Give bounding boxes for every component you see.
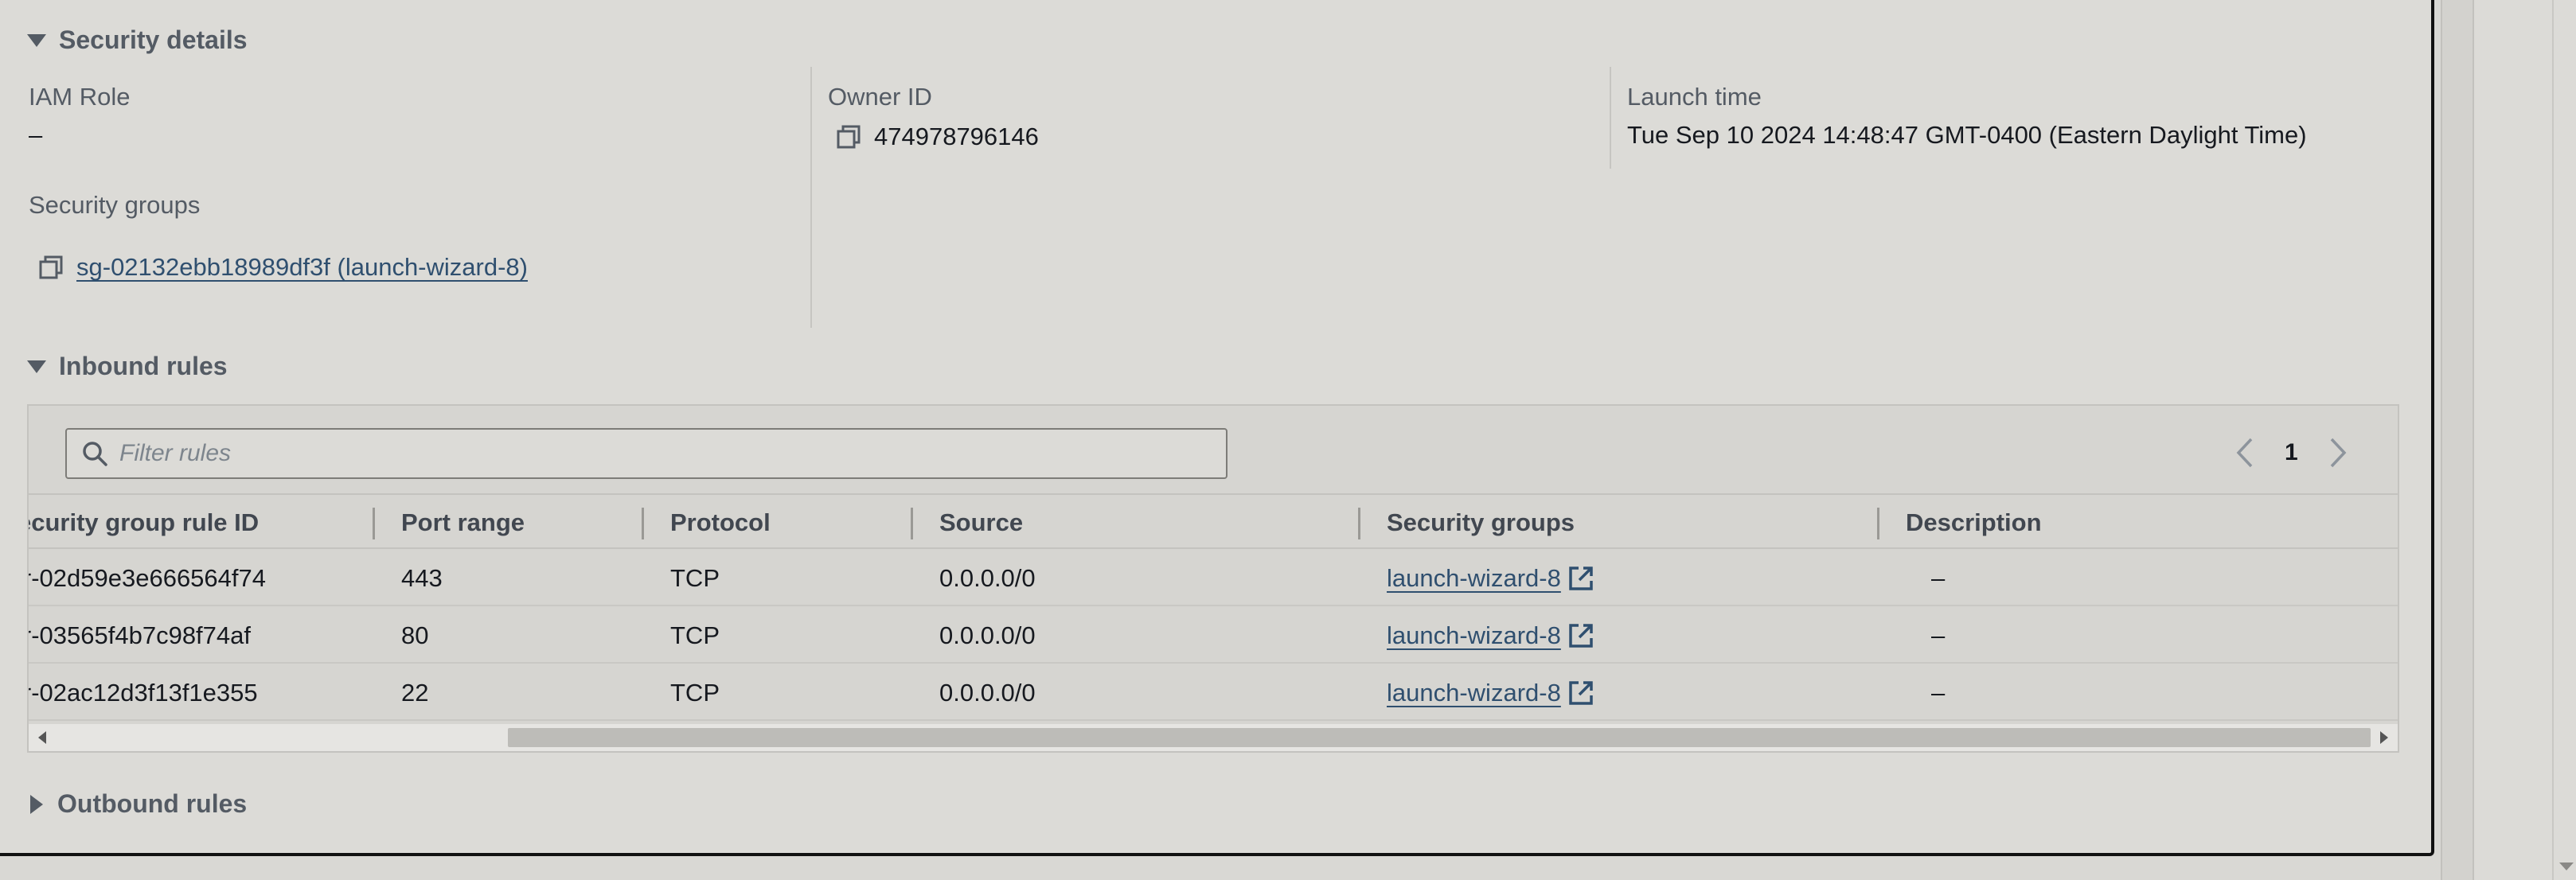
table-toolbar: 1 (29, 406, 2398, 495)
vertical-scrollbar[interactable] (2552, 0, 2576, 880)
column-divider (1610, 67, 1611, 169)
table-row: jr-02ac12d3f13f1e355 22 TCP 0.0.0.0/0 la… (29, 665, 2398, 721)
current-page[interactable]: 1 (2285, 439, 2298, 466)
chevron-right-icon[interactable] (2324, 433, 2352, 473)
security-details-title: Security details (59, 25, 248, 54)
col-header-rule-id[interactable]: ecurity group rule ID (29, 496, 259, 547)
column-divider (810, 67, 812, 328)
port-range-cell: 80 (401, 621, 429, 649)
security-group-item: sg-02132ebb18989df3f (launch-wizard-8) (38, 253, 528, 282)
security-group-link[interactable]: launch-wizard-8 (1387, 608, 1561, 662)
scroll-right-arrow-icon[interactable] (2380, 731, 2388, 744)
security-group-link[interactable]: sg-02132ebb18989df3f (launch-wizard-8) (76, 253, 528, 282)
caret-right-icon (30, 794, 43, 814)
description-cell: – (1931, 679, 1946, 707)
inbound-rules-title: Inbound rules (59, 352, 228, 380)
filter-rules-input[interactable] (119, 440, 1218, 467)
launch-time-label: Launch time (1627, 83, 1762, 111)
source-cell: 0.0.0.0/0 (939, 564, 1036, 592)
scroll-down-arrow-icon[interactable] (2559, 862, 2574, 870)
description-cell: – (1931, 621, 1946, 649)
outbound-rules-toggle[interactable]: Outbound rules (27, 789, 247, 819)
column-resizer[interactable] (1877, 508, 1879, 539)
port-range-cell: 443 (401, 564, 443, 592)
port-range-cell: 22 (401, 679, 429, 707)
search-icon (83, 442, 107, 466)
protocol-cell: TCP (670, 564, 720, 592)
scroll-left-arrow-icon[interactable] (38, 731, 46, 744)
filter-rules-field[interactable] (65, 428, 1228, 479)
chevron-left-icon[interactable] (2231, 433, 2259, 473)
security-group-link[interactable]: launch-wizard-8 (1387, 551, 1561, 605)
external-link-icon[interactable] (1567, 622, 1594, 649)
column-resizer[interactable] (642, 508, 644, 539)
security-details-toggle[interactable]: Security details (27, 25, 248, 55)
col-header-description[interactable]: Description (1906, 496, 2042, 547)
column-resizer[interactable] (911, 508, 913, 539)
table-header: ecurity group rule ID Port range Protoco… (29, 496, 2398, 549)
side-panel (2474, 0, 2552, 880)
protocol-cell: TCP (670, 621, 720, 649)
rule-id-cell: jr-03565f4b7c98f74af (29, 621, 252, 649)
description-cell: – (1931, 564, 1946, 592)
horizontal-scrollbar[interactable] (29, 724, 2398, 751)
split-panel-gutter[interactable] (2441, 0, 2474, 880)
security-group-cell: launch-wizard-8 (1387, 551, 1594, 605)
pagination: 1 (2231, 433, 2352, 473)
column-resizer[interactable] (373, 508, 375, 539)
copy-icon[interactable] (38, 255, 64, 280)
col-header-port-range[interactable]: Port range (401, 496, 525, 547)
col-header-protocol[interactable]: Protocol (670, 496, 771, 547)
rule-id-cell: jr-02ac12d3f13f1e355 (29, 679, 258, 707)
column-resizer[interactable] (1358, 508, 1360, 539)
security-groups-label: Security groups (29, 191, 201, 219)
col-header-security-groups[interactable]: Security groups (1387, 496, 1575, 547)
col-header-source[interactable]: Source (939, 496, 1023, 547)
security-group-cell: launch-wizard-8 (1387, 665, 1594, 719)
instance-details-panel: Security details IAM Role – Security gro… (0, 0, 2434, 856)
owner-id-label: Owner ID (828, 83, 932, 111)
inbound-rules-toggle[interactable]: Inbound rules (27, 352, 228, 381)
caret-down-icon (27, 360, 46, 373)
caret-down-icon (27, 33, 46, 47)
outbound-rules-title: Outbound rules (57, 789, 248, 818)
owner-id-value-row: 474978796146 (836, 123, 1039, 151)
iam-role-value: – (29, 121, 43, 149)
copy-icon[interactable] (836, 124, 861, 150)
rule-id-cell: jr-02d59e3e666564f74 (29, 564, 266, 592)
source-cell: 0.0.0.0/0 (939, 679, 1036, 707)
launch-time-value: Tue Sep 10 2024 14:48:47 GMT-0400 (Easte… (1627, 121, 2307, 149)
inbound-rules-table: 1 ecurity group rule ID Port range Proto… (27, 404, 2399, 753)
external-link-icon[interactable] (1567, 679, 1594, 707)
security-group-cell: launch-wizard-8 (1387, 608, 1594, 662)
security-group-link[interactable]: launch-wizard-8 (1387, 665, 1561, 719)
table-row: jr-02d59e3e666564f74 443 TCP 0.0.0.0/0 l… (29, 551, 2398, 606)
protocol-cell: TCP (670, 679, 720, 707)
iam-role-label: IAM Role (29, 83, 131, 111)
owner-id-value: 474978796146 (874, 123, 1039, 150)
source-cell: 0.0.0.0/0 (939, 621, 1036, 649)
scrollbar-thumb[interactable] (508, 728, 2371, 747)
table-row: jr-03565f4b7c98f74af 80 TCP 0.0.0.0/0 la… (29, 608, 2398, 664)
external-link-icon[interactable] (1567, 565, 1594, 592)
